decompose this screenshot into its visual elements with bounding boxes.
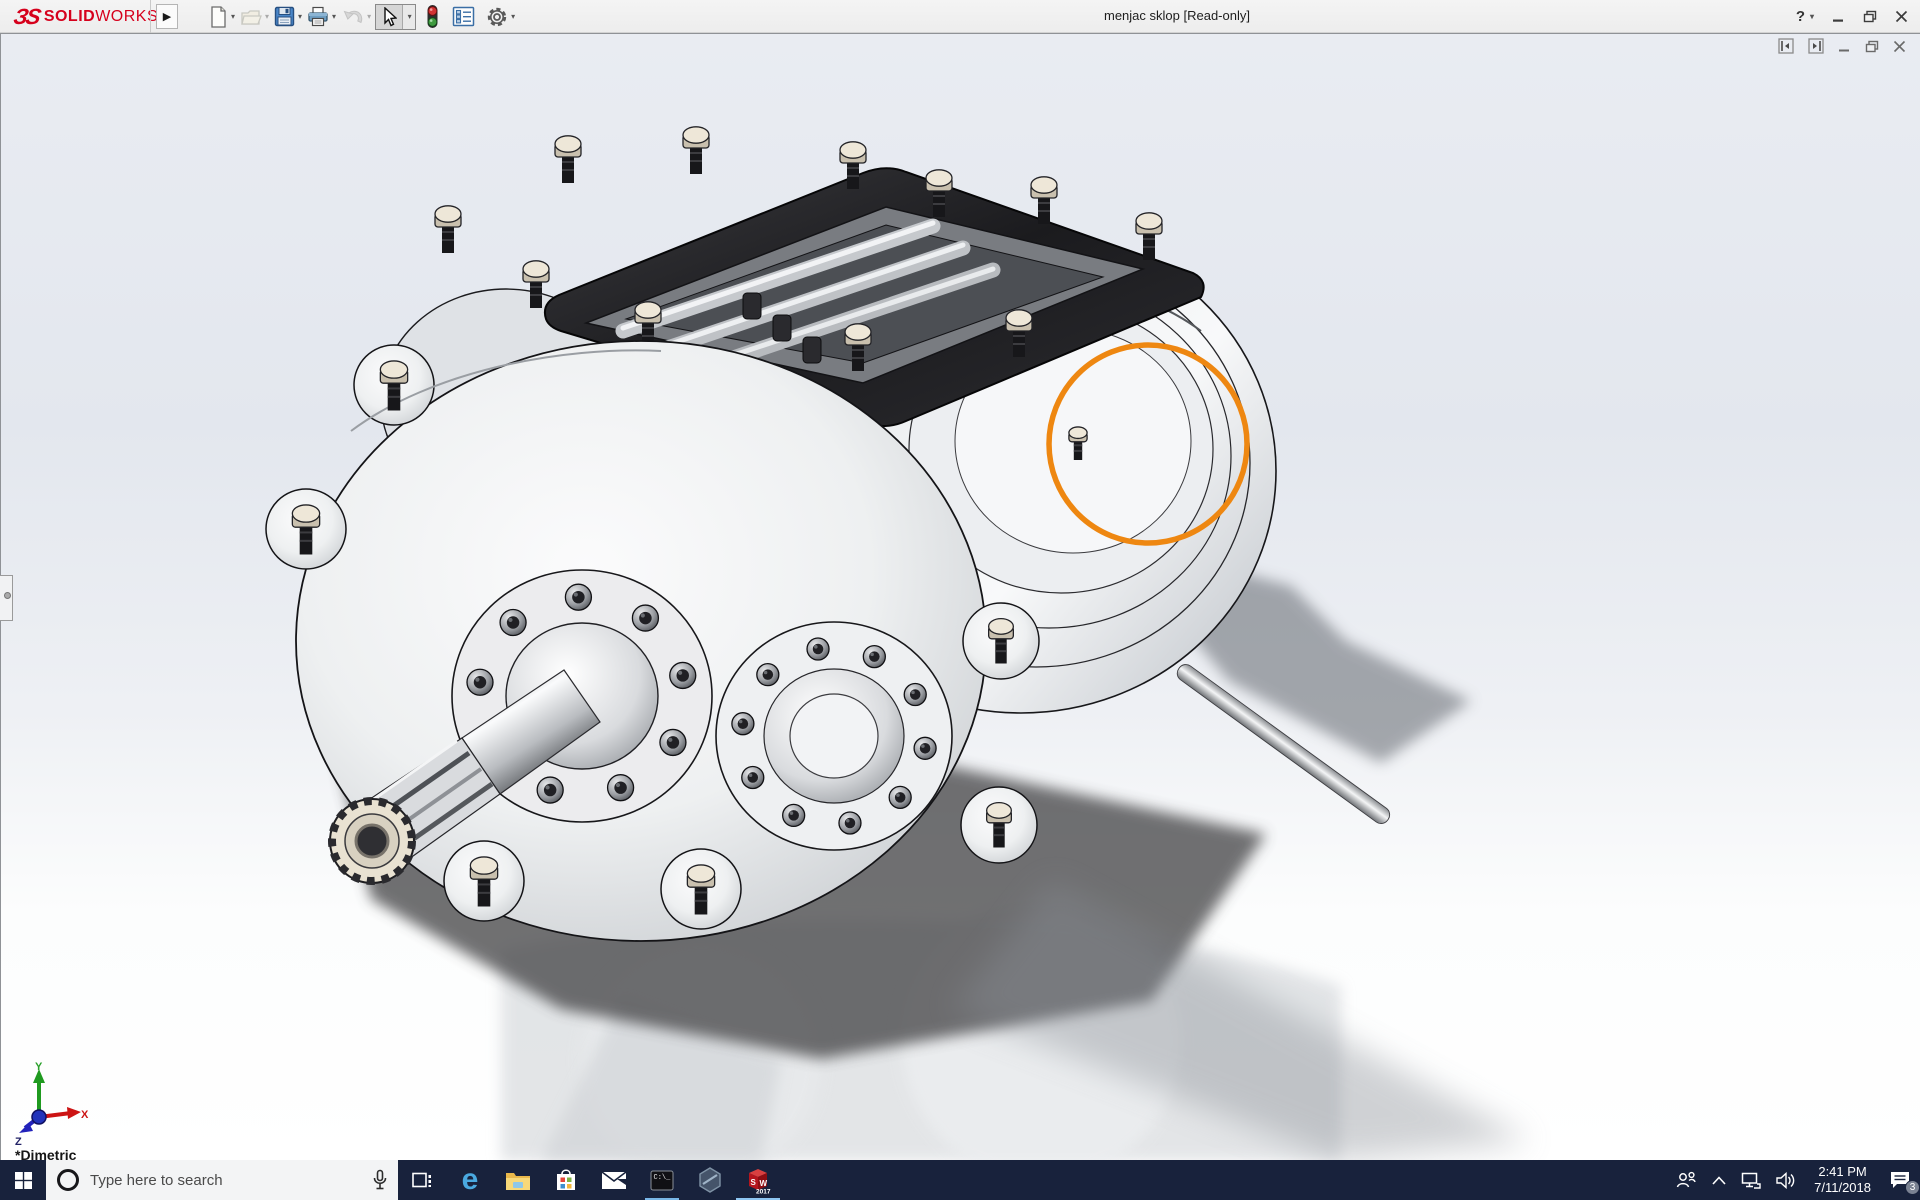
triad-x-label: X	[81, 1109, 89, 1121]
divider	[150, 0, 151, 33]
windows-logo-icon	[15, 1172, 32, 1189]
new-document-icon	[208, 6, 228, 28]
store-button[interactable]	[542, 1160, 590, 1200]
task-view-button[interactable]	[398, 1160, 446, 1200]
quick-access-toolbar: ▾ ▾ ▾	[207, 3, 516, 30]
window-controls: ?▾	[1796, 0, 1908, 33]
mail-icon	[601, 1171, 627, 1190]
graphics-viewport[interactable]: Y X Z *Dimetric	[0, 33, 1920, 1160]
properties-list-icon	[452, 6, 475, 27]
clock-time: 2:41 PM	[1818, 1164, 1866, 1179]
speaker-icon	[1776, 1172, 1796, 1189]
gearbox-3d-model[interactable]	[1, 34, 1920, 1161]
cover-bolt	[683, 127, 709, 174]
file-explorer-icon	[505, 1169, 531, 1191]
command-prompt-icon: C:\_	[650, 1170, 674, 1191]
chevron-up-icon	[1712, 1176, 1726, 1185]
notification-badge: 3	[1905, 1180, 1920, 1195]
select-cursor-icon	[381, 7, 397, 27]
print-button[interactable]: ▾	[306, 5, 337, 28]
clock-date: 7/11/2018	[1814, 1180, 1871, 1195]
microphone-icon	[372, 1169, 388, 1191]
undo-icon	[341, 7, 364, 27]
action-center-button[interactable]: 3	[1886, 1170, 1914, 1190]
window-title: menjac sklop [Read-only]	[1104, 8, 1250, 23]
people-icon	[1675, 1171, 1697, 1189]
performance-traffic-light-icon	[426, 4, 439, 29]
network-icon	[1741, 1172, 1761, 1189]
select-tool-button[interactable]: ▾	[375, 4, 416, 30]
cortana-icon	[56, 1168, 80, 1192]
edge-button[interactable]: e	[446, 1160, 494, 1200]
cover-bolt	[555, 136, 581, 183]
people-button[interactable]	[1672, 1171, 1700, 1189]
system-tray: 2:41 PM 7/11/2018 3	[1672, 1160, 1920, 1200]
volume-button[interactable]	[1773, 1172, 1799, 1189]
hexagon-app-icon	[698, 1167, 722, 1193]
minimize-button[interactable]	[1832, 10, 1845, 23]
clock[interactable]: 2:41 PM 7/11/2018	[1808, 1164, 1877, 1196]
solidworks-logo-glyph: ЗS	[11, 4, 41, 30]
cover-bolt	[435, 206, 461, 253]
taskbar: Type here to search e	[0, 1160, 1920, 1200]
store-icon	[555, 1168, 577, 1192]
options-gear-icon	[486, 6, 508, 28]
save-button[interactable]: ▾	[273, 5, 303, 28]
undo-button[interactable]: ▾	[340, 6, 372, 28]
help-button[interactable]: ?▾	[1796, 8, 1814, 25]
properties-button[interactable]	[451, 5, 476, 28]
solidworks-taskbar-button[interactable]: S W 2017	[734, 1160, 782, 1200]
close-button[interactable]	[1895, 10, 1908, 23]
triad-y-label: Y	[35, 1061, 43, 1073]
network-button[interactable]	[1738, 1172, 1764, 1189]
tray-overflow-button[interactable]	[1709, 1176, 1729, 1185]
open-button[interactable]: ▾	[239, 6, 270, 28]
restore-button[interactable]	[1863, 10, 1877, 23]
select-tool-dropdown[interactable]: ▾	[402, 5, 415, 29]
edge-icon: e	[462, 1165, 479, 1195]
file-explorer-button[interactable]	[494, 1160, 542, 1200]
orientation-triad: Y X Z	[9, 1061, 89, 1147]
new-document-button[interactable]: ▾	[207, 5, 236, 29]
start-button[interactable]	[0, 1160, 46, 1200]
bearing-hub-secondary	[716, 622, 952, 850]
menu-flyout-button[interactable]: ▶	[156, 4, 178, 29]
svg-text:S: S	[751, 1178, 757, 1187]
command-prompt-button[interactable]: C:\_	[638, 1160, 686, 1200]
svg-text:W: W	[760, 1179, 768, 1188]
svg-text:2017: 2017	[756, 1188, 771, 1194]
svg-text:C:\_: C:\_	[654, 1174, 672, 1182]
solidworks-app-icon: S W 2017	[745, 1167, 771, 1194]
open-icon	[240, 7, 262, 27]
print-icon	[307, 6, 329, 27]
solidworks-logo: ЗS SOLIDWORKS	[14, 3, 158, 30]
triad-z-label: Z	[15, 1136, 22, 1147]
taskbar-search-box[interactable]: Type here to search	[46, 1160, 398, 1200]
titlebar: ЗS SOLIDWORKS ▶ ▾ ▾ ▾	[0, 0, 1920, 33]
cover-bolt	[1136, 213, 1162, 260]
search-placeholder: Type here to search	[90, 1172, 362, 1189]
task-view-icon	[412, 1171, 432, 1189]
save-icon	[274, 6, 295, 27]
mail-button[interactable]	[590, 1160, 638, 1200]
options-button[interactable]: ▾	[485, 5, 516, 29]
hexagon-app-button[interactable]	[686, 1160, 734, 1200]
performance-button[interactable]	[425, 3, 440, 30]
